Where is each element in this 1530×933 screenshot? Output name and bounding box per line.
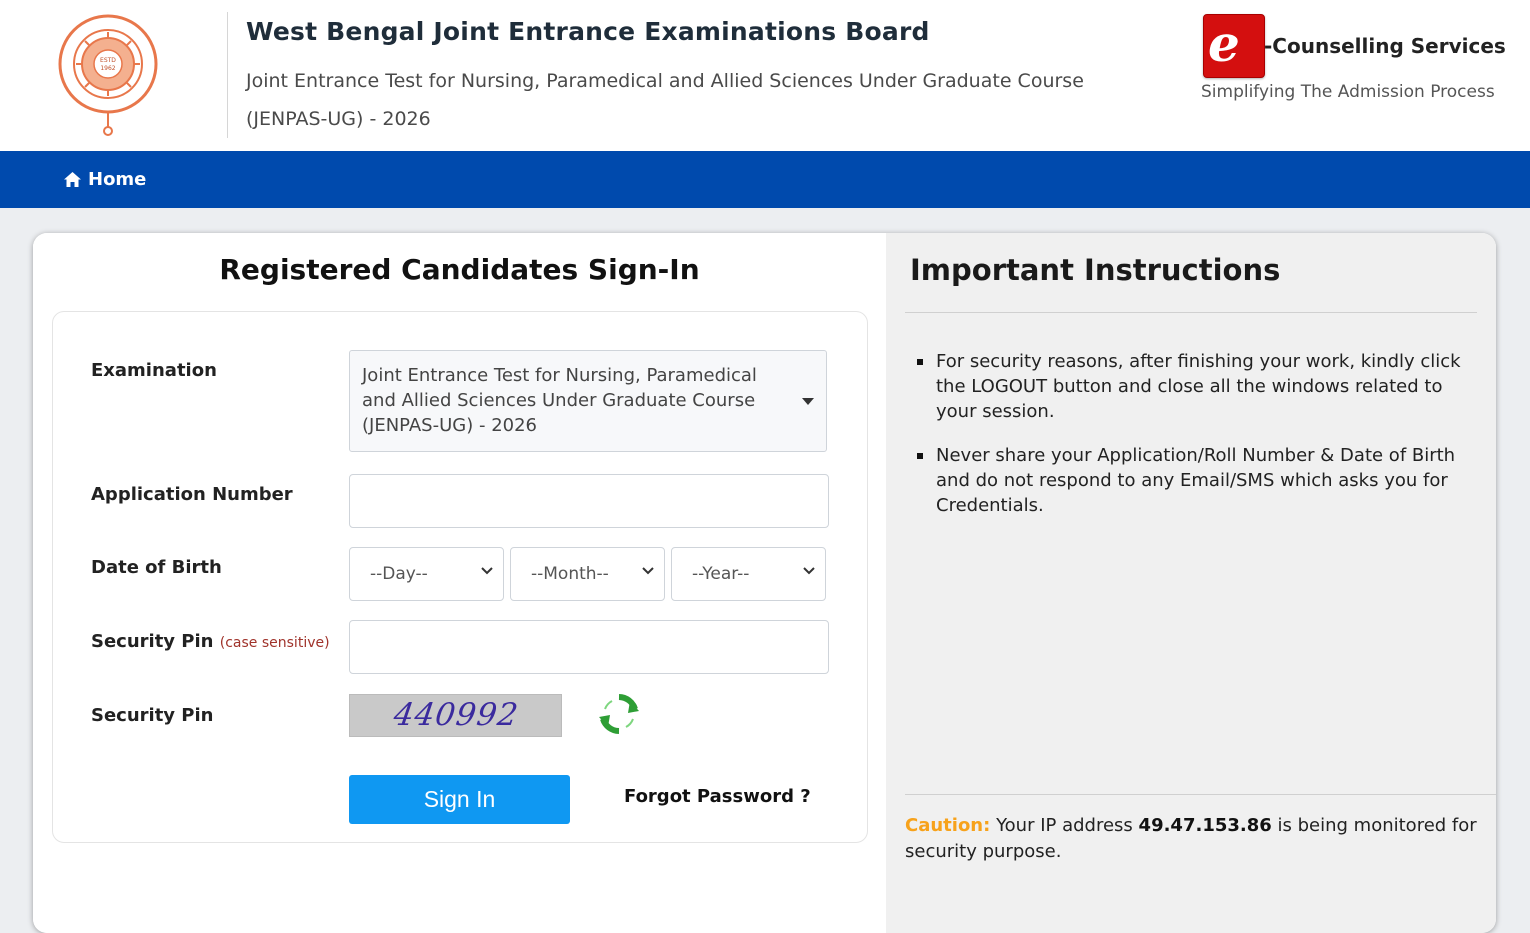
brand-tagline: Simplifying The Admission Process [1201, 82, 1495, 102]
top-navbar: Home [0, 151, 1530, 208]
signin-title: Registered Candidates Sign-In [219, 253, 700, 286]
svg-text:1962: 1962 [100, 65, 115, 72]
ip-address: 49.47.153.86 [1138, 815, 1272, 836]
brand-name: -Counselling Services [1264, 34, 1506, 58]
dob-month-select[interactable]: --Month-- [510, 547, 665, 601]
main-card: Registered Candidates Sign-In Examinatio… [33, 233, 1496, 933]
examination-selected-value: Joint Entrance Test for Nursing, Paramed… [362, 365, 757, 436]
instructions-panel: Important Instructions For security reas… [886, 233, 1496, 933]
nav-home-link[interactable]: Home [64, 151, 146, 208]
header-divider [227, 12, 228, 138]
instruction-item: Never share your Application/Roll Number… [917, 443, 1481, 518]
dob-month-value: --Month-- [531, 564, 609, 584]
application-number-label: Application Number [91, 484, 293, 505]
dob-day-value: --Day-- [370, 564, 428, 584]
chevron-down-icon [642, 567, 654, 575]
org-title: West Bengal Joint Entrance Examinations … [246, 17, 930, 46]
instructions-divider [905, 312, 1477, 313]
chevron-down-icon [803, 567, 815, 575]
caution-notice: Caution: Your IP address 49.47.153.86 is… [905, 813, 1480, 865]
e-counselling-logo-icon: e [1203, 14, 1265, 78]
instruction-item: For security reasons, after finishing yo… [917, 349, 1481, 424]
org-subtitle: Joint Entrance Test for Nursing, Paramed… [246, 70, 1084, 130]
instructions-list: For security reasons, after finishing yo… [917, 349, 1481, 537]
caution-divider [905, 794, 1496, 795]
security-pin-input-label: Security Pin (case sensitive) [91, 631, 330, 652]
dob-year-select[interactable]: --Year-- [671, 547, 826, 601]
application-number-input[interactable] [349, 474, 829, 528]
caution-pre: Your IP address [996, 815, 1133, 836]
sign-in-button[interactable]: Sign In [349, 775, 570, 824]
dob-label: Date of Birth [91, 557, 222, 578]
page-header: ESTD 1962 West Bengal Joint Entrance Exa… [0, 0, 1530, 151]
captcha-image: 440992 [349, 694, 562, 737]
chevron-down-icon [481, 567, 493, 575]
examination-select[interactable]: Joint Entrance Test for Nursing, Paramed… [349, 350, 827, 452]
examination-label: Examination [91, 360, 217, 381]
svg-text:ESTD: ESTD [100, 57, 116, 64]
captcha-text: 440992 [391, 697, 521, 733]
signin-form: Examination Joint Entrance Test for Nurs… [52, 311, 868, 843]
nav-home-label: Home [88, 169, 147, 190]
instructions-title: Important Instructions [910, 253, 1281, 287]
forgot-password-link[interactable]: Forgot Password ? [624, 786, 811, 807]
refresh-icon[interactable] [598, 693, 640, 735]
captcha-label: Security Pin [91, 705, 214, 726]
signin-panel: Registered Candidates Sign-In Examinatio… [33, 233, 886, 933]
dob-year-value: --Year-- [692, 564, 750, 584]
caution-label: Caution: [905, 815, 991, 836]
dob-day-select[interactable]: --Day-- [349, 547, 504, 601]
home-icon [64, 172, 81, 187]
chevron-down-icon [802, 398, 814, 405]
e-counselling-brand: e -Counselling Services Simplifying The … [1200, 12, 1506, 112]
case-sensitive-note: (case sensitive) [219, 635, 330, 651]
security-pin-input[interactable] [349, 620, 829, 674]
wbjeeb-emblem-icon: ESTD 1962 [58, 14, 158, 136]
